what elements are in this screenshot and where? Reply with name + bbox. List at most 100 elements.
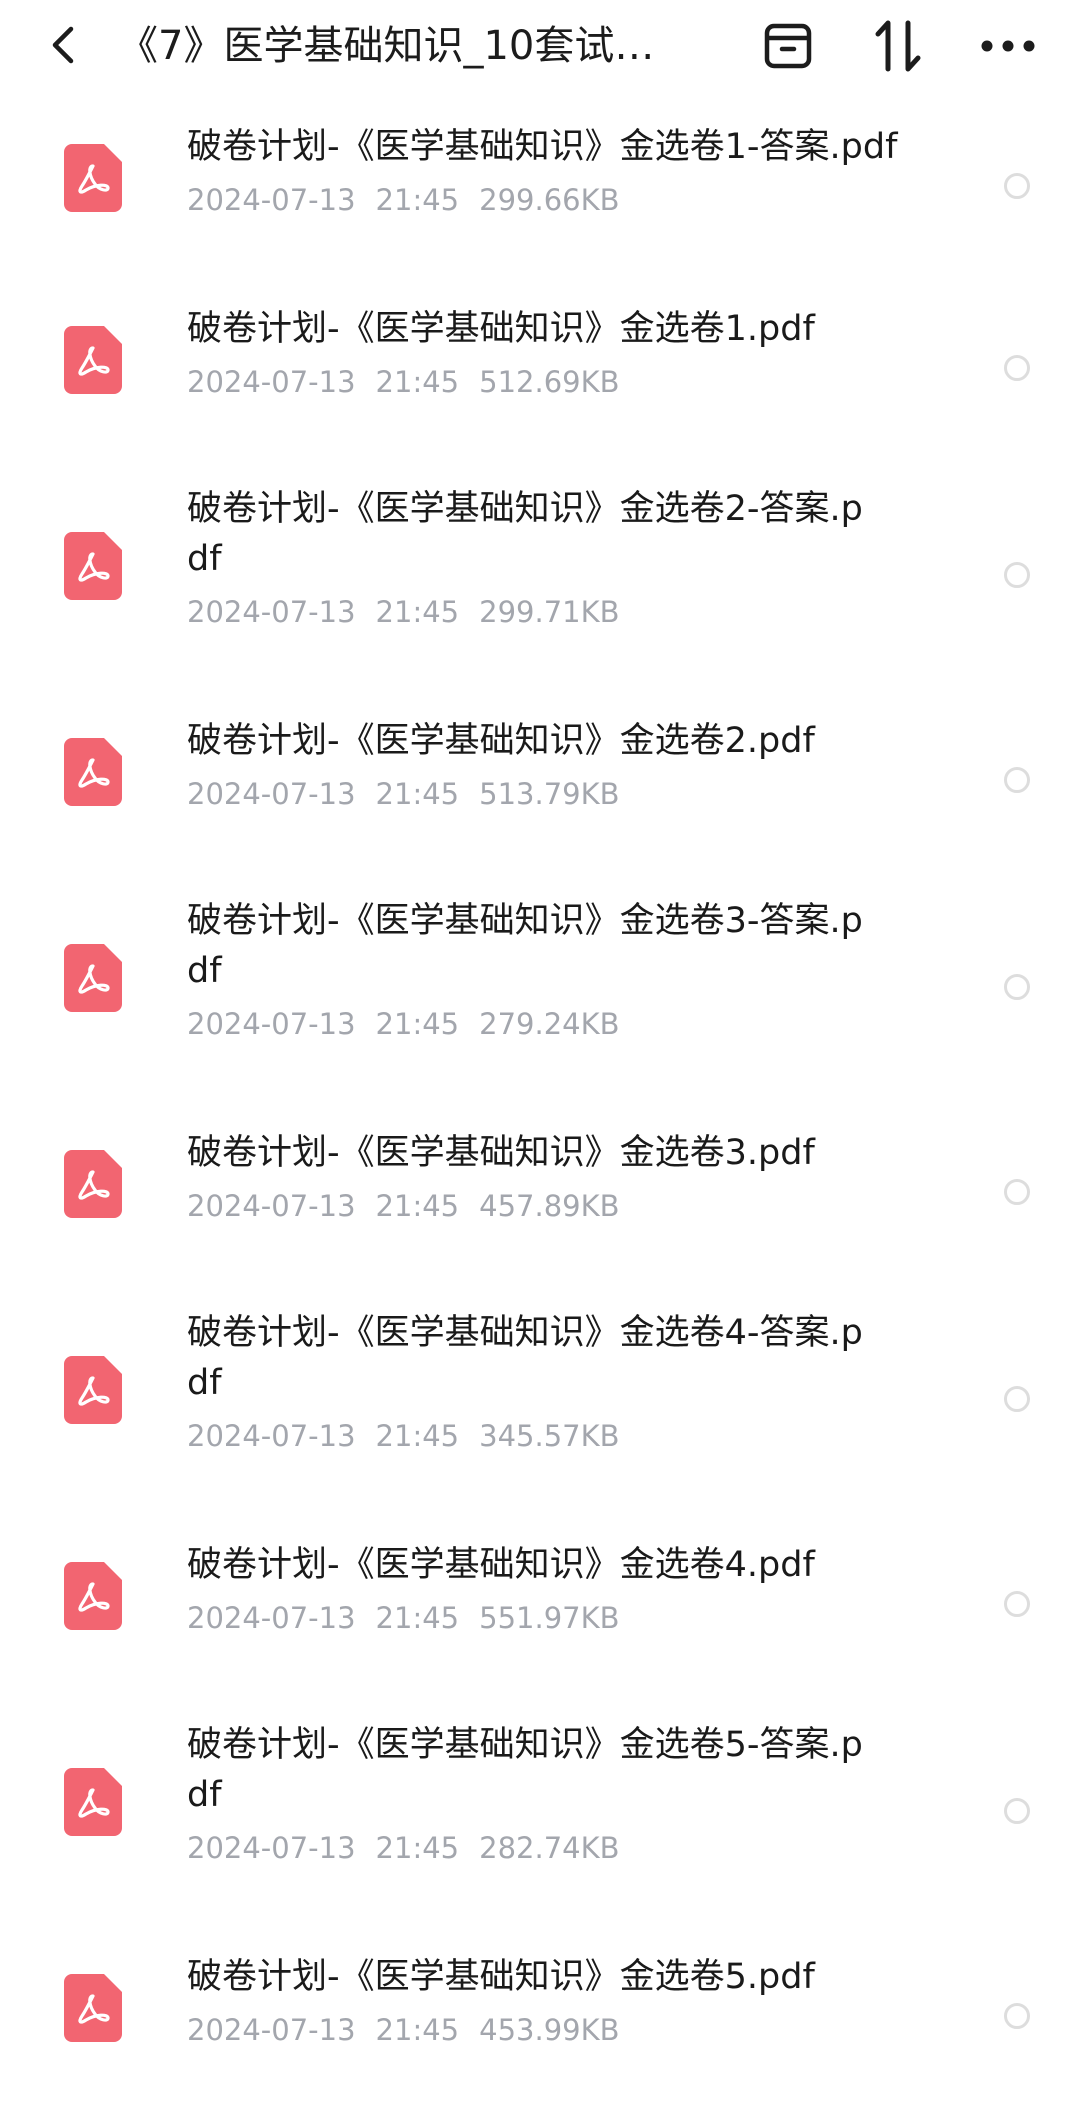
file-time: 21:45 <box>375 777 460 811</box>
file-name: 破卷计划-《医学基础知识》金选卷5.pdf <box>187 1957 815 1997</box>
file-name: 破卷计划-《医学基础知识》金选卷3.pdf <box>187 1133 815 1173</box>
select-radio[interactable] <box>1004 355 1030 381</box>
file-row[interactable]: 破卷计划-《医学基础知识》金选卷1-答案.pdf 2024-07-13 21:45… <box>0 96 1080 278</box>
select-radio[interactable] <box>1004 1179 1030 1205</box>
file-size: 512.69KB <box>479 365 620 399</box>
sort-arrows-icon <box>875 20 921 72</box>
file-name: 破卷计划-《医学基础知识》金选卷3-答案.pdf <box>187 901 863 991</box>
back-button[interactable] <box>38 14 88 76</box>
more-button[interactable] <box>976 14 1040 78</box>
pdf-file-icon <box>64 1562 122 1630</box>
file-name: 破卷计划-《医学基础知识》金选卷1-答案.pdf <box>187 127 898 167</box>
file-name: 破卷计划-《医学基础知识》金选卷2-答案.pdf <box>187 489 863 579</box>
file-meta: 2024-07-13 21:45 457.89KB <box>187 1186 947 1226</box>
file-date: 2024-07-13 <box>187 183 356 217</box>
file-row[interactable]: 破卷计划-《医学基础知识》金选卷2-答案.pdf 2024-07-13 21:45… <box>0 460 1080 690</box>
file-date: 2024-07-13 <box>187 777 356 811</box>
file-row[interactable]: 破卷计划-《医学基础知识》金选卷1.pdf 2024-07-13 21:45 512… <box>0 278 1080 460</box>
file-time: 21:45 <box>375 1419 460 1453</box>
file-date: 2024-07-13 <box>187 1419 356 1453</box>
file-info: 破卷计划-《医学基础知识》金选卷3.pdf 2024-07-13 21:45 457… <box>187 1128 947 1226</box>
file-list: 破卷计划-《医学基础知识》金选卷1-答案.pdf 2024-07-13 21:45… <box>0 96 1080 2108</box>
file-info: 破卷计划-《医学基础知识》金选卷2-答案.pdf 2024-07-13 21:45… <box>187 484 947 632</box>
archive-button[interactable] <box>756 14 820 78</box>
file-meta: 2024-07-13 21:45 299.71KB <box>187 592 947 632</box>
file-date: 2024-07-13 <box>187 365 356 399</box>
select-radio[interactable] <box>1004 1591 1030 1617</box>
pdf-file-icon <box>64 532 122 600</box>
file-meta: 2024-07-13 21:45 512.69KB <box>187 362 947 402</box>
file-meta: 2024-07-13 21:45 551.97KB <box>187 1598 947 1638</box>
pdf-file-icon <box>64 1768 122 1836</box>
file-time: 21:45 <box>375 1189 460 1223</box>
archive-box-icon <box>764 23 812 69</box>
select-radio[interactable] <box>1004 2003 1030 2029</box>
file-row[interactable]: 破卷计划-《医学基础知识》金选卷2.pdf 2024-07-13 21:45 513… <box>0 690 1080 872</box>
pdf-file-icon <box>64 738 122 806</box>
pdf-file-icon <box>64 1356 122 1424</box>
file-size: 513.79KB <box>479 777 620 811</box>
file-meta: 2024-07-13 21:45 279.24KB <box>187 1004 947 1044</box>
file-row[interactable]: 破卷计划-《医学基础知识》金选卷5.pdf 2024-07-13 21:45 453… <box>0 1926 1080 2108</box>
select-radio[interactable] <box>1004 1798 1030 1824</box>
file-size: 299.71KB <box>479 595 620 629</box>
file-info: 破卷计划-《医学基础知识》金选卷4.pdf 2024-07-13 21:45 551… <box>187 1540 947 1638</box>
top-bar: 《7》医学基础知识_10套试… <box>0 0 1080 96</box>
file-info: 破卷计划-《医学基础知识》金选卷1-答案.pdf 2024-07-13 21:45… <box>187 122 947 220</box>
file-name: 破卷计划-《医学基础知识》金选卷1.pdf <box>187 309 815 349</box>
file-size: 551.97KB <box>479 1601 620 1635</box>
file-row[interactable]: 破卷计划-《医学基础知识》金选卷5-答案.pdf 2024-07-13 21:45… <box>0 1696 1080 1926</box>
file-name: 破卷计划-《医学基础知识》金选卷5-答案.pdf <box>187 1725 863 1815</box>
file-meta: 2024-07-13 21:45 282.74KB <box>187 1828 947 1868</box>
file-time: 21:45 <box>375 2013 460 2047</box>
file-info: 破卷计划-《医学基础知识》金选卷5-答案.pdf 2024-07-13 21:45… <box>187 1720 947 1868</box>
file-size: 282.74KB <box>479 1831 620 1865</box>
file-info: 破卷计划-《医学基础知识》金选卷2.pdf 2024-07-13 21:45 513… <box>187 716 947 814</box>
file-date: 2024-07-13 <box>187 2013 356 2047</box>
file-size: 453.99KB <box>479 2013 620 2047</box>
pdf-file-icon <box>64 1150 122 1218</box>
file-info: 破卷计划-《医学基础知识》金选卷5.pdf 2024-07-13 21:45 453… <box>187 1952 947 2050</box>
select-radio[interactable] <box>1004 562 1030 588</box>
file-name: 破卷计划-《医学基础知识》金选卷4.pdf <box>187 1545 815 1585</box>
file-time: 21:45 <box>375 1601 460 1635</box>
select-radio[interactable] <box>1004 1386 1030 1412</box>
file-date: 2024-07-13 <box>187 1189 356 1223</box>
pdf-file-icon <box>64 1974 122 2042</box>
file-meta: 2024-07-13 21:45 299.66KB <box>187 180 947 220</box>
file-time: 21:45 <box>375 183 460 217</box>
file-date: 2024-07-13 <box>187 1601 356 1635</box>
chevron-left-icon <box>52 26 74 64</box>
page-title: 《7》医学基础知识_10套试… <box>118 23 655 69</box>
file-row[interactable]: 破卷计划-《医学基础知识》金选卷3-答案.pdf 2024-07-13 21:45… <box>0 872 1080 1102</box>
file-time: 21:45 <box>375 595 460 629</box>
file-row[interactable]: 破卷计划-《医学基础知识》金选卷3.pdf 2024-07-13 21:45 457… <box>0 1102 1080 1284</box>
file-date: 2024-07-13 <box>187 595 356 629</box>
file-time: 21:45 <box>375 1831 460 1865</box>
select-radio[interactable] <box>1004 974 1030 1000</box>
file-name: 破卷计划-《医学基础知识》金选卷4-答案.pdf <box>187 1313 863 1403</box>
file-size: 279.24KB <box>479 1007 620 1041</box>
file-size: 345.57KB <box>479 1419 620 1453</box>
pdf-file-icon <box>64 944 122 1012</box>
file-meta: 2024-07-13 21:45 453.99KB <box>187 2010 947 2050</box>
file-info: 破卷计划-《医学基础知识》金选卷1.pdf 2024-07-13 21:45 512… <box>187 304 947 402</box>
file-row[interactable]: 破卷计划-《医学基础知识》金选卷4-答案.pdf 2024-07-13 21:45… <box>0 1284 1080 1514</box>
sort-button[interactable] <box>866 14 930 78</box>
select-radio[interactable] <box>1004 767 1030 793</box>
pdf-file-icon <box>64 144 122 212</box>
more-dots-icon <box>981 40 1035 52</box>
file-time: 21:45 <box>375 365 460 399</box>
select-radio[interactable] <box>1004 173 1030 199</box>
file-info: 破卷计划-《医学基础知识》金选卷4-答案.pdf 2024-07-13 21:45… <box>187 1308 947 1456</box>
file-meta: 2024-07-13 21:45 345.57KB <box>187 1416 947 1456</box>
file-size: 457.89KB <box>479 1189 620 1223</box>
file-row[interactable]: 破卷计划-《医学基础知识》金选卷4.pdf 2024-07-13 21:45 551… <box>0 1514 1080 1696</box>
file-size: 299.66KB <box>479 183 620 217</box>
pdf-file-icon <box>64 326 122 394</box>
file-time: 21:45 <box>375 1007 460 1041</box>
file-date: 2024-07-13 <box>187 1007 356 1041</box>
file-meta: 2024-07-13 21:45 513.79KB <box>187 774 947 814</box>
file-date: 2024-07-13 <box>187 1831 356 1865</box>
file-info: 破卷计划-《医学基础知识》金选卷3-答案.pdf 2024-07-13 21:45… <box>187 896 947 1044</box>
